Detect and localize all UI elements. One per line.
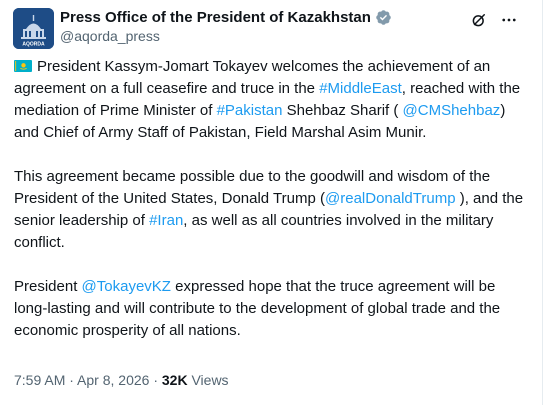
tweet-header: AQORDA Press Office of the President of …: [10, 4, 532, 49]
tweet-timestamp-date[interactable]: Apr 8, 2026: [77, 372, 149, 388]
tweet-card: AQORDA Press Office of the President of …: [0, 0, 543, 405]
tweet-paragraph-3: President @TokayevKZ expressed hope that…: [14, 276, 524, 342]
tweet-paragraph-1: President Kassym-Jomart Tokayev welcomes…: [14, 56, 524, 144]
avatar-caption: AQORDA: [22, 42, 45, 48]
hashtag-pakistan-link[interactable]: #Pakistan: [217, 102, 283, 119]
tweet-paragraph-2: This agreement became possible due to th…: [14, 166, 524, 254]
tweet-meta: 7:59 AM · Apr 8, 2026 · 32K Views: [14, 372, 229, 388]
meta-separator: ·: [65, 372, 78, 388]
grok-icon[interactable]: [470, 11, 488, 29]
tweet-text: President Kassym-Jomart Tokayev welcomes…: [14, 56, 524, 342]
meta-separator: ·: [149, 372, 162, 388]
display-name-row: Press Office of the President of Kazakhs…: [60, 7, 392, 27]
display-name[interactable]: Press Office of the President of Kazakhs…: [60, 9, 371, 26]
tweet-text-segment: President: [14, 278, 82, 295]
handle[interactable]: @aqorda_press: [60, 28, 392, 44]
mention-realdonaldtrump-link[interactable]: @realDonaldTrump: [325, 190, 456, 207]
avatar[interactable]: AQORDA: [13, 8, 54, 49]
more-icon[interactable]: [500, 11, 518, 29]
mention-tokayevkz-link[interactable]: @TokayevKZ: [82, 278, 171, 295]
akorda-logo-icon: AQORDA: [13, 8, 54, 49]
verified-badge-icon[interactable]: [375, 9, 392, 26]
mention-cmshehbaz-link[interactable]: @CMShehbaz: [403, 102, 501, 119]
kazakhstan-flag-icon: [14, 57, 32, 72]
views-label: Views: [187, 372, 229, 388]
hashtag-middleeast-link[interactable]: #MiddleEast: [319, 80, 402, 97]
tweet-timestamp-time[interactable]: 7:59 AM: [14, 372, 65, 388]
tweet-text-segment: Shehbaz Sharif (: [282, 102, 403, 119]
hashtag-iran-link[interactable]: #Iran: [149, 212, 183, 229]
author-block: Press Office of the President of Kazakhs…: [60, 7, 392, 44]
header-actions: [470, 11, 518, 29]
views-count[interactable]: 32K: [162, 372, 188, 388]
